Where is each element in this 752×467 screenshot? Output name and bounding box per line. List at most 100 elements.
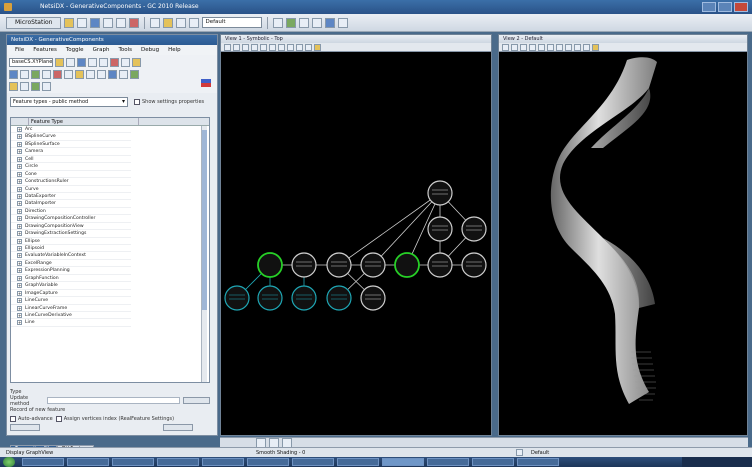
expand-icon[interactable]: +: [17, 127, 22, 132]
symbolic-graph[interactable]: [221, 52, 491, 436]
copy-view-icon[interactable]: [583, 43, 590, 51]
microstation-menu-button[interactable]: MicroStation: [6, 16, 62, 29]
lock-icon[interactable]: [314, 43, 321, 51]
update-button[interactable]: [183, 397, 210, 404]
list-item[interactable]: + DrawingCompositionView: [11, 223, 131, 231]
close-icon[interactable]: [734, 2, 748, 12]
settings-icon[interactable]: [338, 17, 349, 28]
list-item[interactable]: + DataImporter: [11, 200, 131, 208]
expand-icon[interactable]: +: [17, 201, 22, 207]
list-item[interactable]: + Circle: [11, 163, 131, 171]
graph-node[interactable]: [427, 252, 453, 278]
list-item[interactable]: + BSplineCurve: [11, 133, 131, 141]
transform-icon[interactable]: [130, 70, 139, 79]
new-icon[interactable]: [55, 58, 64, 67]
list-item[interactable]: + Ellipse: [11, 238, 131, 245]
list-scrollbar[interactable]: [201, 126, 207, 382]
model-canvas[interactable]: [499, 52, 747, 435]
list-item[interactable]: + LineCurve: [11, 297, 131, 305]
taskbar-item[interactable]: [472, 458, 514, 466]
list-item[interactable]: + LinearCurveFrame: [11, 305, 131, 312]
view-tab-3[interactable]: [282, 437, 292, 448]
graph-node[interactable]: [360, 252, 386, 278]
taskbar-item[interactable]: [247, 458, 289, 466]
expand-icon[interactable]: +: [17, 231, 22, 237]
graph-node[interactable]: [326, 252, 352, 278]
list-item[interactable]: + DrawingCompositionController: [11, 215, 131, 223]
expand-icon[interactable]: +: [17, 246, 22, 251]
taskbar-item[interactable]: [22, 458, 64, 466]
menu-help[interactable]: Help: [168, 45, 181, 55]
view-previous-icon[interactable]: [287, 43, 294, 51]
graph-node-cyan[interactable]: [291, 285, 317, 311]
checkbox-box[interactable]: [55, 415, 62, 422]
pan-icon[interactable]: [278, 43, 285, 51]
script-icon[interactable]: [88, 58, 97, 67]
view-icon[interactable]: [273, 17, 284, 28]
list-item[interactable]: + BSplineSurface: [11, 141, 131, 149]
layer-icon[interactable]: [312, 17, 323, 28]
play-icon[interactable]: [31, 82, 40, 91]
feature-type-header[interactable]: Feature Type: [29, 118, 139, 125]
expand-icon[interactable]: +: [17, 208, 22, 214]
list-item[interactable]: + Line: [11, 319, 131, 327]
color-icon[interactable]: [163, 17, 174, 28]
fit-view-icon[interactable]: [260, 43, 267, 51]
taskbar-item[interactable]: [202, 458, 244, 466]
graph-canvas[interactable]: [221, 52, 491, 435]
solid-icon[interactable]: [119, 70, 128, 79]
menu-debug[interactable]: Debug: [141, 45, 159, 55]
snap-icon[interactable]: [286, 17, 297, 28]
view-next-icon[interactable]: [296, 43, 303, 51]
pencil-icon[interactable]: [121, 58, 130, 67]
weight-icon[interactable]: [189, 17, 200, 28]
polygon-icon[interactable]: [97, 70, 106, 79]
baseCS-select[interactable]: baseCS.XYPlane: [9, 58, 53, 67]
maximize-icon[interactable]: [718, 2, 732, 12]
graph-node[interactable]: [461, 252, 487, 278]
expand-icon[interactable]: +: [17, 164, 22, 170]
expand-icon[interactable]: +: [17, 275, 22, 281]
apply-button[interactable]: [10, 424, 40, 431]
curve-icon[interactable]: [42, 70, 51, 79]
view-tab-2[interactable]: [269, 437, 279, 448]
show-settings-checkbox[interactable]: Show settings properties: [134, 99, 204, 105]
folder-icon[interactable]: [64, 17, 75, 28]
zoom-in-icon[interactable]: [511, 43, 518, 51]
checkbox-box[interactable]: [10, 415, 16, 422]
linestyle-icon[interactable]: [176, 17, 187, 28]
taskbar-item[interactable]: [292, 458, 334, 466]
expand-icon[interactable]: +: [17, 223, 22, 229]
graph-node-selected[interactable]: [257, 252, 283, 278]
list-item[interactable]: + Cell: [11, 156, 131, 164]
ok-button[interactable]: [163, 424, 193, 431]
view1-symbolic[interactable]: View 1 - Symbolic - Top: [220, 34, 492, 436]
taskbar-item[interactable]: [67, 458, 109, 466]
list-item[interactable]: + LineCurveDerivative: [11, 312, 131, 320]
zoom-out-icon[interactable]: [520, 43, 527, 51]
assign-checkbox[interactable]: Assign vertices index (RealFeature Setti…: [55, 415, 174, 422]
record-icon[interactable]: [99, 58, 108, 67]
save-icon[interactable]: [77, 58, 86, 67]
graph-icon[interactable]: [64, 70, 73, 79]
auto-advance-checkbox[interactable]: Auto-advance: [10, 415, 53, 422]
graph-node[interactable]: [461, 216, 487, 242]
list-item[interactable]: + ExcelRange: [11, 260, 131, 268]
expand-icon[interactable]: +: [17, 179, 22, 185]
flag-icon[interactable]: [201, 79, 211, 87]
graph-node-cyan[interactable]: [224, 285, 250, 311]
list-item[interactable]: + DataExporter: [11, 193, 131, 201]
graph-node-selected[interactable]: [394, 252, 420, 278]
start-button-icon[interactable]: [3, 457, 15, 467]
expand-icon[interactable]: +: [17, 238, 22, 244]
point-icon[interactable]: [9, 70, 18, 79]
list-item[interactable]: + EvaluateVariableInContext: [11, 252, 131, 260]
graph-node-cyan[interactable]: [257, 285, 283, 311]
graph-node[interactable]: [427, 180, 453, 206]
taskbar-item-active[interactable]: [382, 458, 424, 466]
view-attributes-icon[interactable]: [224, 43, 231, 51]
list-item[interactable]: + GraphVariable: [11, 282, 131, 290]
graph-node[interactable]: [427, 216, 453, 242]
expand-icon[interactable]: +: [17, 268, 22, 274]
grid-icon[interactable]: [299, 17, 310, 28]
